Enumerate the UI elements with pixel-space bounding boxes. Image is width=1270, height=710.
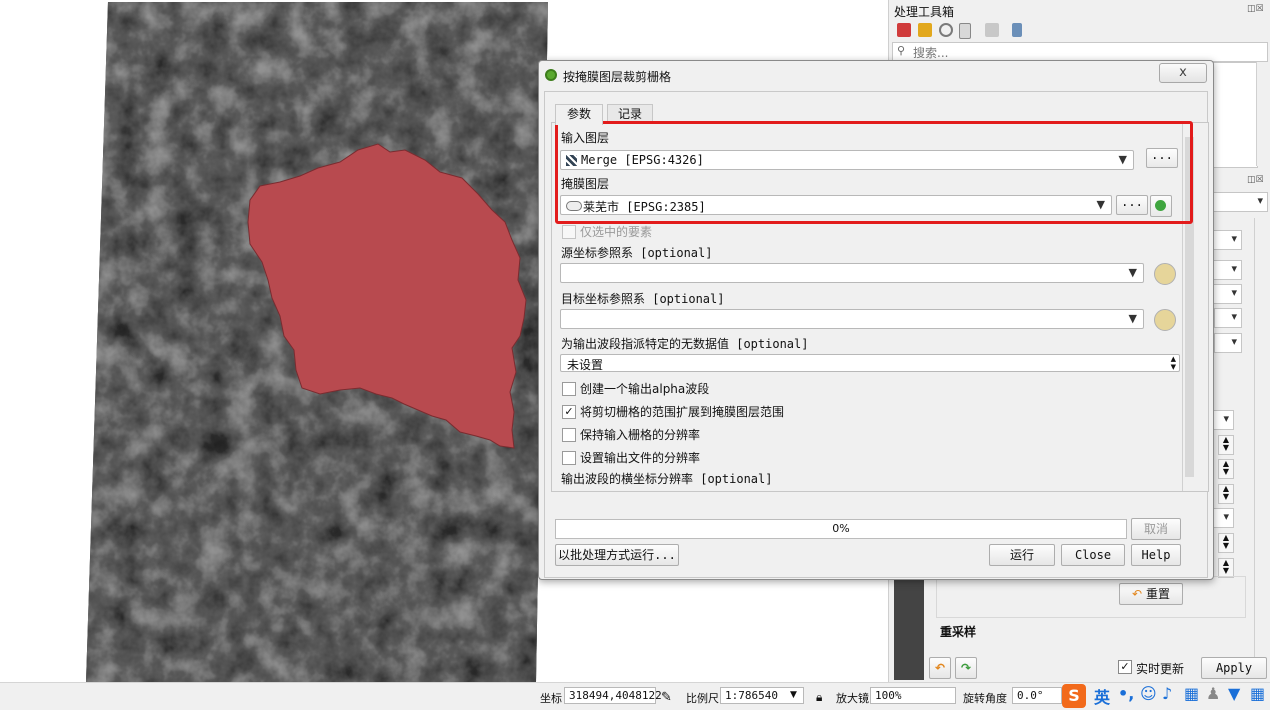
panel-spin-4[interactable]: ▲ ▼ — [1218, 533, 1234, 553]
panel-combo-6[interactable] — [1214, 333, 1242, 353]
crop-to-mask-label: 将剪切栅格的范围扩展到掩膜图层范围 — [580, 405, 785, 419]
live-update-label: 实时更新 — [1136, 662, 1185, 676]
panel-float-close-icons[interactable]: ◫☒ — [1247, 175, 1264, 185]
punctuation-icon[interactable]: •, — [1118, 684, 1134, 703]
rotation-field[interactable]: 0.0° — [1012, 687, 1062, 704]
scale-label: 比例尺 — [686, 692, 719, 705]
set-resolution-checkbox[interactable] — [562, 451, 576, 465]
source-crs-combo[interactable]: ▼ — [560, 263, 1144, 283]
batch-process-button[interactable]: 以批处理方式运行... — [555, 544, 679, 566]
panel-spin-2[interactable]: ▲ ▼ — [1218, 459, 1234, 479]
emoji-icon[interactable]: ☺ — [1140, 684, 1157, 703]
status-bar: 坐标 318494,4048122 ✎ 比例尺 1:786540 ▼ 🔒︎ 放大… — [0, 682, 1270, 710]
user-icon[interactable]: ♟ — [1206, 684, 1220, 703]
search-icon: ⚲ — [897, 44, 906, 57]
edit-features-icon[interactable] — [985, 23, 999, 37]
chevron-down-icon: ▼ — [1128, 312, 1137, 325]
keyboard-icon[interactable]: ▦ — [1184, 684, 1199, 703]
panel-combo-7[interactable] — [1212, 410, 1234, 430]
spin-arrows-icon: ▲ ▼ — [1170, 355, 1176, 371]
resample-heading: 重采样 — [940, 625, 977, 639]
close-button[interactable]: Close — [1061, 544, 1125, 566]
panel-combo-4[interactable] — [1212, 284, 1242, 304]
panel-combo-3[interactable] — [1212, 260, 1242, 280]
keep-resolution-checkbox[interactable] — [562, 428, 576, 442]
undo-icon[interactable]: ↶ — [929, 657, 951, 679]
toolbox-search-input[interactable]: ⚲ 搜索... — [892, 42, 1268, 62]
models-icon[interactable] — [897, 23, 911, 37]
python-icon[interactable] — [918, 23, 932, 37]
apply-button[interactable]: Apply — [1201, 657, 1267, 679]
live-update-checkbox[interactable]: ✓ — [1118, 660, 1132, 674]
panel-spin-1[interactable]: ▲ ▼ — [1218, 435, 1234, 455]
options-wrench-icon[interactable] — [1012, 23, 1022, 37]
panel-spin-3[interactable]: ▲ ▼ — [1218, 484, 1234, 504]
alpha-band-checkbox[interactable] — [562, 382, 576, 396]
skin-icon[interactable]: ▼ — [1228, 684, 1240, 703]
mouse-coord-icon[interactable]: ✎ — [661, 690, 672, 705]
history-icon[interactable] — [939, 23, 953, 37]
rotation-label: 旋转角度 — [963, 692, 1007, 705]
cancel-button[interactable]: 取消 — [1131, 518, 1181, 540]
nodata-label: 为输出波段指派特定的无数据值 [optional] — [561, 337, 809, 351]
tab-parameters[interactable]: 参数 — [555, 104, 603, 125]
reset-button[interactable]: ↶ 重置 — [1119, 583, 1183, 605]
panel-spin-5[interactable]: ▲ ▼ — [1218, 558, 1234, 578]
dock-float-close-icons[interactable]: ◫☒ — [1247, 4, 1264, 14]
set-resolution-label: 设置输出文件的分辨率 — [580, 451, 701, 465]
chevron-down-icon: ▼ — [1128, 266, 1137, 279]
results-icon[interactable] — [959, 23, 971, 39]
coordinate-field[interactable]: 318494,4048122 — [564, 687, 662, 704]
toolbox-grid-icon[interactable]: ▦ — [1250, 684, 1265, 703]
help-button[interactable]: Help — [1131, 544, 1181, 566]
toolbox-title: 处理工具箱 — [894, 5, 955, 19]
sogou-ime-icon[interactable]: S — [1062, 684, 1086, 708]
target-crs-label: 目标坐标参照系 [optional] — [561, 292, 725, 306]
target-crs-combo[interactable]: ▼ — [560, 309, 1144, 329]
dialog-titlebar[interactable]: 按掩膜图层裁剪栅格 ⅹ — [539, 61, 1213, 89]
dialog-close-button[interactable]: ⅹ — [1159, 63, 1207, 83]
panel-field-5[interactable] — [1214, 308, 1242, 328]
reset-arrow-icon: ↶ — [1132, 587, 1143, 601]
selected-only-checkbox[interactable] — [562, 225, 576, 239]
chevron-down-icon: ▼ — [790, 690, 797, 700]
highlight-annotation — [555, 121, 1193, 224]
crop-to-mask-checkbox[interactable]: ✓ — [562, 405, 576, 419]
qgis-logo-icon — [545, 69, 557, 81]
toolbox-scrollbar[interactable] — [1256, 62, 1270, 166]
coordinate-label: 坐标 — [540, 692, 562, 705]
x-resolution-label: 输出波段的横坐标分辨率 [optional] — [561, 472, 773, 486]
redo-icon[interactable]: ↷ — [955, 657, 977, 679]
panel-scrollbar[interactable] — [1254, 218, 1270, 658]
panel-combo-2[interactable] — [1212, 230, 1242, 250]
alpha-band-label: 创建一个输出alpha波段 — [580, 382, 710, 396]
panel-dark-strip — [894, 575, 924, 680]
dialog-title: 按掩膜图层裁剪栅格 — [563, 70, 672, 84]
source-crs-label: 源坐标参照系 [optional] — [561, 246, 713, 260]
ime-language-toggle[interactable]: 英 — [1094, 684, 1110, 708]
panel-combo-1[interactable] — [1210, 192, 1268, 212]
magnifier-spinbox[interactable]: 100% — [870, 687, 956, 704]
progress-bar: 0% — [555, 519, 1127, 539]
magnifier-label: 放大镜 — [836, 692, 869, 705]
reset-group — [936, 576, 1246, 618]
microphone-icon[interactable]: ♪ — [1162, 684, 1172, 703]
lock-icon[interactable]: 🔒︎ — [816, 690, 822, 705]
nodata-spinbox[interactable]: 未设置 ▲ ▼ — [560, 354, 1180, 372]
run-button[interactable]: 运行 — [989, 544, 1055, 566]
target-crs-globe-icon[interactable] — [1154, 309, 1176, 331]
panel-combo-8[interactable] — [1212, 508, 1234, 528]
keep-resolution-label: 保持输入栅格的分辨率 — [580, 428, 701, 442]
source-crs-globe-icon[interactable] — [1154, 263, 1176, 285]
selected-only-label: 仅选中的要素 — [580, 225, 653, 239]
